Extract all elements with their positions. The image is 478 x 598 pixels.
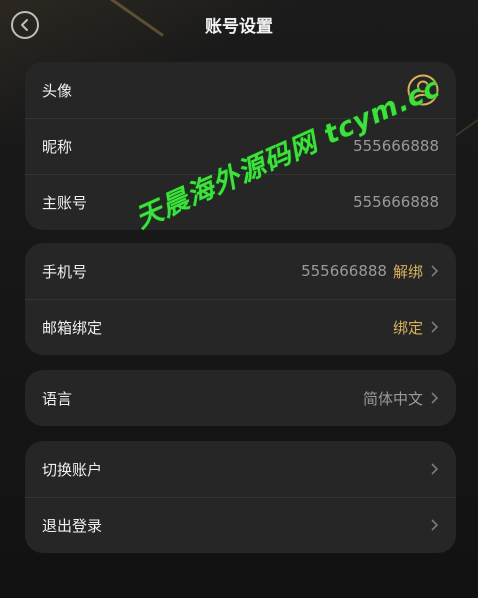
user-avatar-icon[interactable] — [407, 74, 439, 106]
unbind-phone-button[interactable]: 解绑 — [393, 261, 423, 282]
chevron-right-icon — [431, 392, 439, 404]
language-value: 简体中文 — [362, 389, 423, 408]
avatar-row[interactable]: 头像 — [25, 62, 456, 118]
switch-account-label: 切换账户 — [42, 460, 103, 479]
header: 账号设置 — [0, 0, 478, 48]
phone-row[interactable]: 手机号 555666888 解绑 — [25, 243, 456, 299]
page-title: 账号设置 — [205, 16, 273, 37]
bind-email-button[interactable]: 绑定 — [393, 317, 423, 338]
phone-value: 555666888 — [301, 262, 387, 280]
avatar-label: 头像 — [42, 81, 73, 100]
nickname-label: 昵称 — [42, 137, 73, 156]
chevron-right-icon — [431, 265, 439, 277]
account-settings-screen: 账号设置 头像 昵称 555666888 主账号 555666888 手机号 5… — [0, 0, 478, 598]
email-label: 邮箱绑定 — [42, 318, 103, 337]
chevron-right-icon — [431, 463, 439, 475]
email-row[interactable]: 邮箱绑定 绑定 — [25, 299, 456, 355]
profile-card: 头像 昵称 555666888 主账号 555666888 — [25, 62, 456, 230]
logout-row[interactable]: 退出登录 — [25, 497, 456, 553]
language-label: 语言 — [42, 389, 73, 408]
session-card: 切换账户 退出登录 — [25, 441, 456, 553]
nickname-row[interactable]: 昵称 555666888 — [25, 118, 456, 174]
switch-account-row[interactable]: 切换账户 — [25, 441, 456, 497]
main-account-label: 主账号 — [42, 193, 88, 212]
back-arrow-icon[interactable] — [11, 11, 39, 39]
chevron-right-icon — [431, 519, 439, 531]
language-card: 语言 简体中文 — [25, 370, 456, 426]
chevron-right-icon — [431, 321, 439, 333]
phone-label: 手机号 — [42, 262, 88, 281]
main-account-row: 主账号 555666888 — [25, 174, 456, 230]
logout-label: 退出登录 — [42, 516, 103, 535]
language-row[interactable]: 语言 简体中文 — [25, 370, 456, 426]
nickname-value: 555666888 — [353, 137, 439, 155]
binding-card: 手机号 555666888 解绑 邮箱绑定 绑定 — [25, 243, 456, 355]
main-account-value: 555666888 — [353, 193, 439, 211]
